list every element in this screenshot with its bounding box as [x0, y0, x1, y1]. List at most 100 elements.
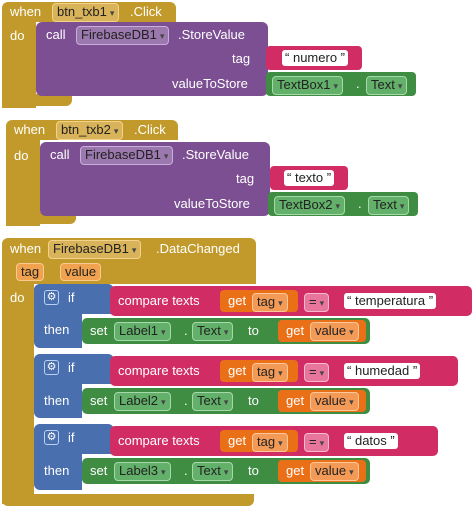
operator-selector-eq[interactable]: = ▾: [304, 433, 330, 452]
set-keyword: set: [90, 393, 108, 408]
compare-texts-label: compare texts: [118, 433, 200, 448]
gear-icon[interactable]: ⚙: [44, 430, 59, 445]
operator-selector-eq[interactable]: = ▾: [304, 363, 330, 382]
if-keyword: if: [68, 430, 75, 445]
variable-selector-tag[interactable]: tag ▾: [252, 363, 288, 382]
event-param-tag[interactable]: tag: [16, 263, 45, 281]
event-name: .Click: [130, 4, 162, 19]
string-literal-value[interactable]: “ humedad ”: [344, 363, 421, 379]
event-block-datachanged-footer: [2, 494, 254, 506]
component-selector-firebasedb1[interactable]: FirebaseDB1 ▾: [48, 240, 142, 259]
string-literal-value[interactable]: “ numero ”: [282, 50, 349, 66]
chevron-down-icon: ▾: [131, 245, 137, 255]
string-literal-value[interactable]: “ datos ”: [344, 433, 398, 449]
dot-separator: .: [184, 393, 188, 408]
property-selector-text[interactable]: Text ▾: [368, 196, 410, 215]
chevron-down-icon: ▾: [223, 327, 229, 337]
do-keyword: do: [14, 148, 29, 163]
chevron-down-icon: ▾: [333, 81, 339, 91]
component-selector-btn-txb2[interactable]: btn_txb2 ▾: [56, 121, 124, 140]
event-block-datachanged-body: [2, 282, 34, 504]
compare-texts-label: compare texts: [118, 363, 200, 378]
when-keyword: when: [14, 122, 46, 137]
property-selector-text[interactable]: Text ▾: [192, 392, 234, 411]
string-literal-value[interactable]: “ texto ”: [284, 170, 335, 186]
event-name: .Click: [134, 122, 166, 137]
call-keyword: call: [50, 147, 70, 162]
db-selector[interactable]: FirebaseDB1 ▾: [80, 146, 174, 165]
chevron-down-icon: ▾: [223, 467, 229, 477]
gear-icon[interactable]: ⚙: [44, 360, 59, 375]
event-param-value[interactable]: value: [60, 263, 102, 281]
variable-selector-value[interactable]: value ▾: [310, 392, 359, 411]
get-keyword: get: [286, 323, 305, 338]
chevron-down-icon: ▾: [397, 81, 403, 91]
do-keyword: do: [10, 290, 25, 305]
method-name: .StoreValue: [182, 147, 249, 162]
then-keyword: then: [44, 463, 70, 478]
chevron-down-icon: ▾: [349, 397, 354, 407]
chevron-down-icon: ▾: [113, 126, 119, 136]
event-name: .DataChanged: [156, 241, 240, 256]
if-keyword: if: [68, 360, 75, 375]
tag-socket-label: tag: [232, 51, 251, 66]
then-keyword: then: [44, 393, 70, 408]
chevron-down-icon: ▾: [399, 201, 405, 211]
get-keyword: get: [228, 433, 247, 448]
to-keyword: to: [248, 463, 259, 478]
property-selector-text[interactable]: Text ▾: [192, 462, 234, 481]
to-keyword: to: [248, 393, 259, 408]
dot-separator: .: [358, 196, 362, 211]
label-selector[interactable]: Label3 ▾: [114, 462, 171, 481]
chevron-down-icon: ▾: [159, 31, 165, 41]
chevron-down-icon: ▾: [109, 8, 115, 18]
chevron-down-icon: ▾: [349, 327, 354, 337]
property-selector-text[interactable]: Text ▾: [366, 76, 408, 95]
component-selector-btn-txb1[interactable]: btn_txb1 ▾: [52, 3, 120, 22]
then-keyword: then: [44, 322, 70, 337]
value-socket-label: valueToStore: [174, 196, 250, 211]
chevron-down-icon: ▾: [161, 467, 166, 477]
chevron-down-icon: ▾: [223, 397, 229, 407]
to-keyword: to: [248, 323, 259, 338]
variable-selector-value[interactable]: value ▾: [310, 322, 359, 341]
db-selector[interactable]: FirebaseDB1 ▾: [76, 26, 170, 45]
value-socket-label: valueToStore: [172, 76, 248, 91]
operator-selector-eq[interactable]: = ▾: [304, 293, 330, 312]
call-keyword: call: [46, 27, 66, 42]
label-selector[interactable]: Label2 ▾: [114, 392, 171, 411]
compare-texts-label: compare texts: [118, 293, 200, 308]
set-keyword: set: [90, 463, 108, 478]
when-keyword: when: [10, 4, 42, 19]
method-name: .StoreValue: [178, 27, 245, 42]
variable-selector-tag[interactable]: tag ▾: [252, 433, 288, 452]
chevron-down-icon: ▾: [349, 467, 354, 477]
string-literal-value[interactable]: “ temperatura ”: [344, 293, 437, 309]
chevron-down-icon: ▾: [161, 397, 166, 407]
get-keyword: get: [228, 293, 247, 308]
do-keyword: do: [10, 28, 25, 43]
if-keyword: if: [68, 290, 75, 305]
set-keyword: set: [90, 323, 108, 338]
get-keyword: get: [228, 363, 247, 378]
gear-icon[interactable]: ⚙: [44, 290, 59, 305]
chevron-down-icon: ▾: [278, 298, 283, 308]
chevron-down-icon: ▾: [278, 438, 283, 448]
variable-selector-tag[interactable]: tag ▾: [252, 293, 288, 312]
get-keyword: get: [286, 463, 305, 478]
textbox-selector[interactable]: TextBox1 ▾: [272, 76, 344, 95]
dot-separator: .: [356, 76, 360, 91]
label-selector[interactable]: Label1 ▾: [114, 322, 171, 341]
tag-socket-label: tag: [236, 171, 255, 186]
chevron-down-icon: ▾: [163, 151, 169, 161]
chevron-down-icon: ▾: [278, 368, 283, 378]
variable-selector-value[interactable]: value ▾: [310, 462, 359, 481]
property-selector-text[interactable]: Text ▾: [192, 322, 234, 341]
dot-separator: .: [184, 463, 188, 478]
chevron-down-icon: ▾: [319, 368, 325, 378]
chevron-down-icon: ▾: [335, 201, 341, 211]
dot-separator: .: [184, 323, 188, 338]
when-keyword: when: [10, 241, 42, 256]
textbox-selector[interactable]: TextBox2 ▾: [274, 196, 346, 215]
chevron-down-icon: ▾: [161, 327, 166, 337]
